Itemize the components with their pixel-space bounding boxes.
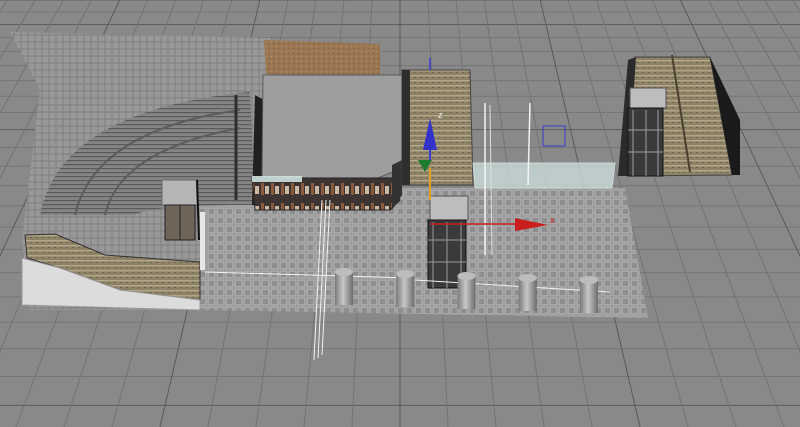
bollard-body [457, 276, 476, 309]
raised-platform[interactable] [261, 74, 403, 179]
grid-line [736, 0, 800, 115]
elevator-tower-right[interactable] [627, 87, 667, 177]
bollard-body [518, 278, 537, 311]
bollard[interactable] [518, 274, 537, 311]
elevator-tower-left[interactable] [161, 179, 200, 241]
bollard[interactable] [457, 272, 476, 309]
scene-canvas[interactable]: z x [0, 0, 800, 427]
bollard[interactable] [580, 276, 598, 313]
x-axis-label: x [550, 215, 555, 225]
grid-line [0, 0, 8, 13]
bollard[interactable] [396, 270, 415, 307]
bollard-top [457, 272, 476, 280]
grid-line [764, 0, 800, 60]
bollard-body [335, 272, 353, 305]
3d-viewport[interactable]: z x [0, 0, 800, 427]
bollard-top [580, 276, 598, 284]
grid-line [708, 0, 800, 180]
bollard-top [396, 270, 415, 278]
z-axis-label: z [438, 110, 443, 120]
rear-stair-block[interactable] [401, 69, 474, 186]
sand-patch [264, 40, 380, 76]
bollard[interactable] [335, 268, 353, 305]
bollard-top [335, 268, 353, 276]
bollard-body [580, 280, 598, 313]
grid-line [792, 0, 800, 13]
bollard-top [518, 274, 537, 282]
bollard-body [396, 274, 415, 307]
